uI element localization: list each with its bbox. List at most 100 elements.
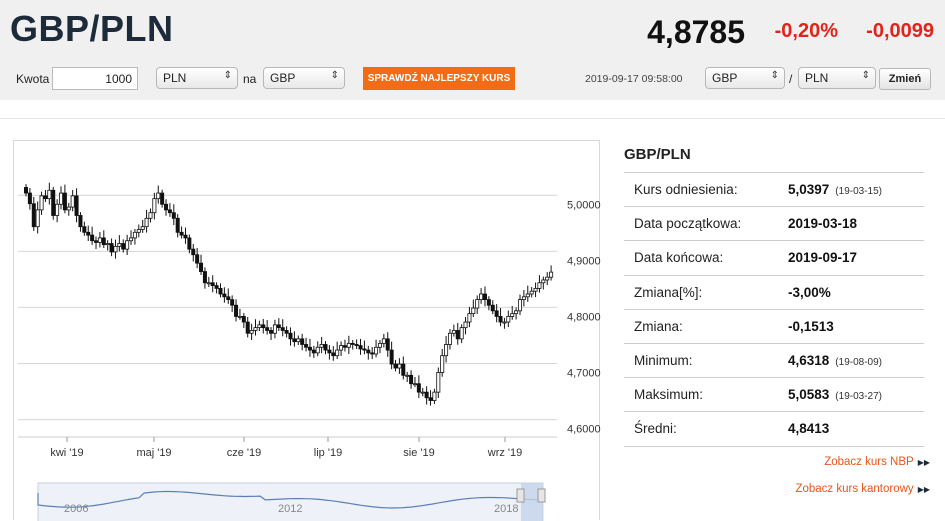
candle-up bbox=[315, 346, 320, 354]
select-arrows-icon: ⇕ bbox=[861, 70, 870, 81]
candle-down bbox=[187, 237, 192, 250]
info-value: -0,1513 bbox=[788, 319, 840, 334]
candle-down bbox=[311, 349, 316, 354]
candle-down bbox=[183, 234, 188, 239]
candlestick-chart[interactable]: 5,0000 4,9000 4,8000 4,7000 4,6000 kwi '19 ma… bbox=[14, 141, 601, 521]
candle-up bbox=[39, 195, 44, 211]
candle-up bbox=[533, 287, 538, 292]
candle-down bbox=[455, 330, 460, 340]
select-arrows-icon: ⇕ bbox=[223, 70, 232, 81]
to-currency-value: GBP bbox=[270, 71, 296, 85]
change-pair-button[interactable]: Zmień bbox=[879, 68, 931, 90]
kantor-link-label: Zobacz kurs kantorowy bbox=[795, 483, 914, 495]
amount-input[interactable]: 1000 bbox=[52, 67, 138, 90]
navigator-year-label: 2018 bbox=[494, 503, 518, 515]
candle-down bbox=[300, 338, 305, 345]
kantor-rate-link[interactable]: Zobacz kurs kantorowy ▶▶ bbox=[795, 483, 930, 495]
candle-down bbox=[234, 304, 239, 317]
y-tick-label: 4,6000 bbox=[567, 424, 601, 436]
candle-up bbox=[55, 203, 60, 216]
candle-up bbox=[463, 321, 468, 329]
candle-down bbox=[288, 332, 293, 340]
info-row: Zmiana: -0,1513 bbox=[624, 310, 924, 344]
candle-down bbox=[486, 299, 491, 306]
from-currency-select[interactable]: PLN ⇕ bbox=[156, 67, 238, 89]
candle-down bbox=[424, 391, 429, 399]
candle-up bbox=[514, 310, 519, 315]
pair-quote-select[interactable]: PLN ⇕ bbox=[798, 67, 876, 89]
navigator-left-handle bbox=[516, 488, 525, 503]
candle-down bbox=[195, 254, 200, 264]
candle-down bbox=[385, 338, 390, 351]
pair-base-select[interactable]: GBP ⇕ bbox=[705, 67, 785, 89]
candle-up bbox=[144, 217, 149, 228]
info-label: Data końcowa: bbox=[634, 250, 724, 266]
to-currency-select[interactable]: GBP ⇕ bbox=[263, 67, 345, 89]
info-value-text: 2019-09-17 bbox=[788, 250, 858, 266]
x-tick-label: maj '19 bbox=[136, 447, 171, 459]
candle-up bbox=[374, 346, 379, 355]
candle-down bbox=[23, 187, 28, 194]
candle-down bbox=[164, 203, 169, 211]
candle-down bbox=[78, 215, 83, 228]
candle-down bbox=[370, 352, 375, 355]
candle-down bbox=[389, 349, 394, 365]
candle-up bbox=[257, 324, 262, 329]
candle-up bbox=[381, 338, 386, 344]
info-row: Data końcowa: 2019-09-17 bbox=[624, 241, 924, 276]
candle-up bbox=[237, 316, 242, 318]
chart-container[interactable]: 5,0000 4,9000 4,8000 4,7000 4,6000 kwi '19 ma… bbox=[13, 140, 601, 521]
info-value-text: 5,0397 bbox=[788, 182, 830, 197]
candle-up bbox=[420, 391, 425, 394]
y-tick-label: 4,9000 bbox=[567, 255, 601, 267]
candle-up bbox=[132, 231, 137, 239]
candle-up bbox=[405, 374, 410, 377]
info-label: Data początkowa: bbox=[634, 216, 742, 232]
info-date: (19-03-15) bbox=[835, 186, 882, 197]
candle-down bbox=[401, 363, 406, 376]
info-date: (19-03-27) bbox=[835, 391, 882, 403]
candle-down bbox=[94, 240, 99, 243]
candle-up bbox=[70, 195, 75, 208]
candle-down bbox=[214, 285, 219, 289]
candle-down bbox=[280, 327, 285, 331]
info-label: Minimum: bbox=[634, 352, 693, 368]
candle-down bbox=[393, 363, 398, 369]
x-tick-label: cze '19 bbox=[227, 447, 262, 459]
candle-down bbox=[292, 338, 297, 343]
candle-down bbox=[428, 397, 433, 401]
candle-down bbox=[171, 212, 176, 219]
candle-up bbox=[148, 212, 153, 219]
candle-up bbox=[545, 276, 550, 281]
candle-up bbox=[525, 293, 530, 298]
y-tick-label: 4,7000 bbox=[567, 368, 601, 380]
x-tick-label: sie '19 bbox=[403, 447, 434, 459]
best-rate-button[interactable]: SPRAWDŹ NAJLEPSZY KURS bbox=[363, 67, 515, 90]
candle-up bbox=[253, 327, 258, 331]
header-bar: GBP/PLN 4,8785 -0,20% -0,0099 Kwota 1000… bbox=[0, 0, 945, 100]
info-row: Maksimum: 5,0583 (19-03-27) bbox=[624, 378, 924, 413]
candle-down bbox=[51, 189, 56, 216]
candle-up bbox=[105, 243, 110, 246]
candle-down bbox=[323, 344, 328, 351]
candle-down bbox=[366, 349, 371, 354]
info-value-text: 4,6318 bbox=[788, 352, 830, 368]
rate-timestamp: 2019-09-17 09:58:00 bbox=[585, 73, 683, 85]
candle-down bbox=[222, 293, 227, 298]
from-currency-value: PLN bbox=[163, 71, 187, 85]
info-label: Zmiana[%]: bbox=[634, 284, 703, 300]
nbp-rate-link[interactable]: Zobacz kurs NBP ▶▶ bbox=[824, 456, 930, 468]
info-title: GBP/PLN bbox=[624, 146, 691, 163]
candle-up bbox=[471, 307, 476, 315]
candle-up bbox=[47, 189, 52, 200]
candle-up bbox=[510, 313, 515, 317]
candle-down bbox=[62, 192, 67, 211]
slash-separator: / bbox=[789, 72, 793, 86]
candle-down bbox=[362, 348, 367, 351]
candle-down bbox=[226, 296, 231, 301]
info-value-text: -3,00% bbox=[788, 284, 831, 300]
candle-down bbox=[409, 374, 414, 385]
double-triangle-right-icon: ▶▶ bbox=[917, 485, 930, 494]
candle-down bbox=[191, 248, 196, 256]
candle-up bbox=[272, 324, 277, 334]
